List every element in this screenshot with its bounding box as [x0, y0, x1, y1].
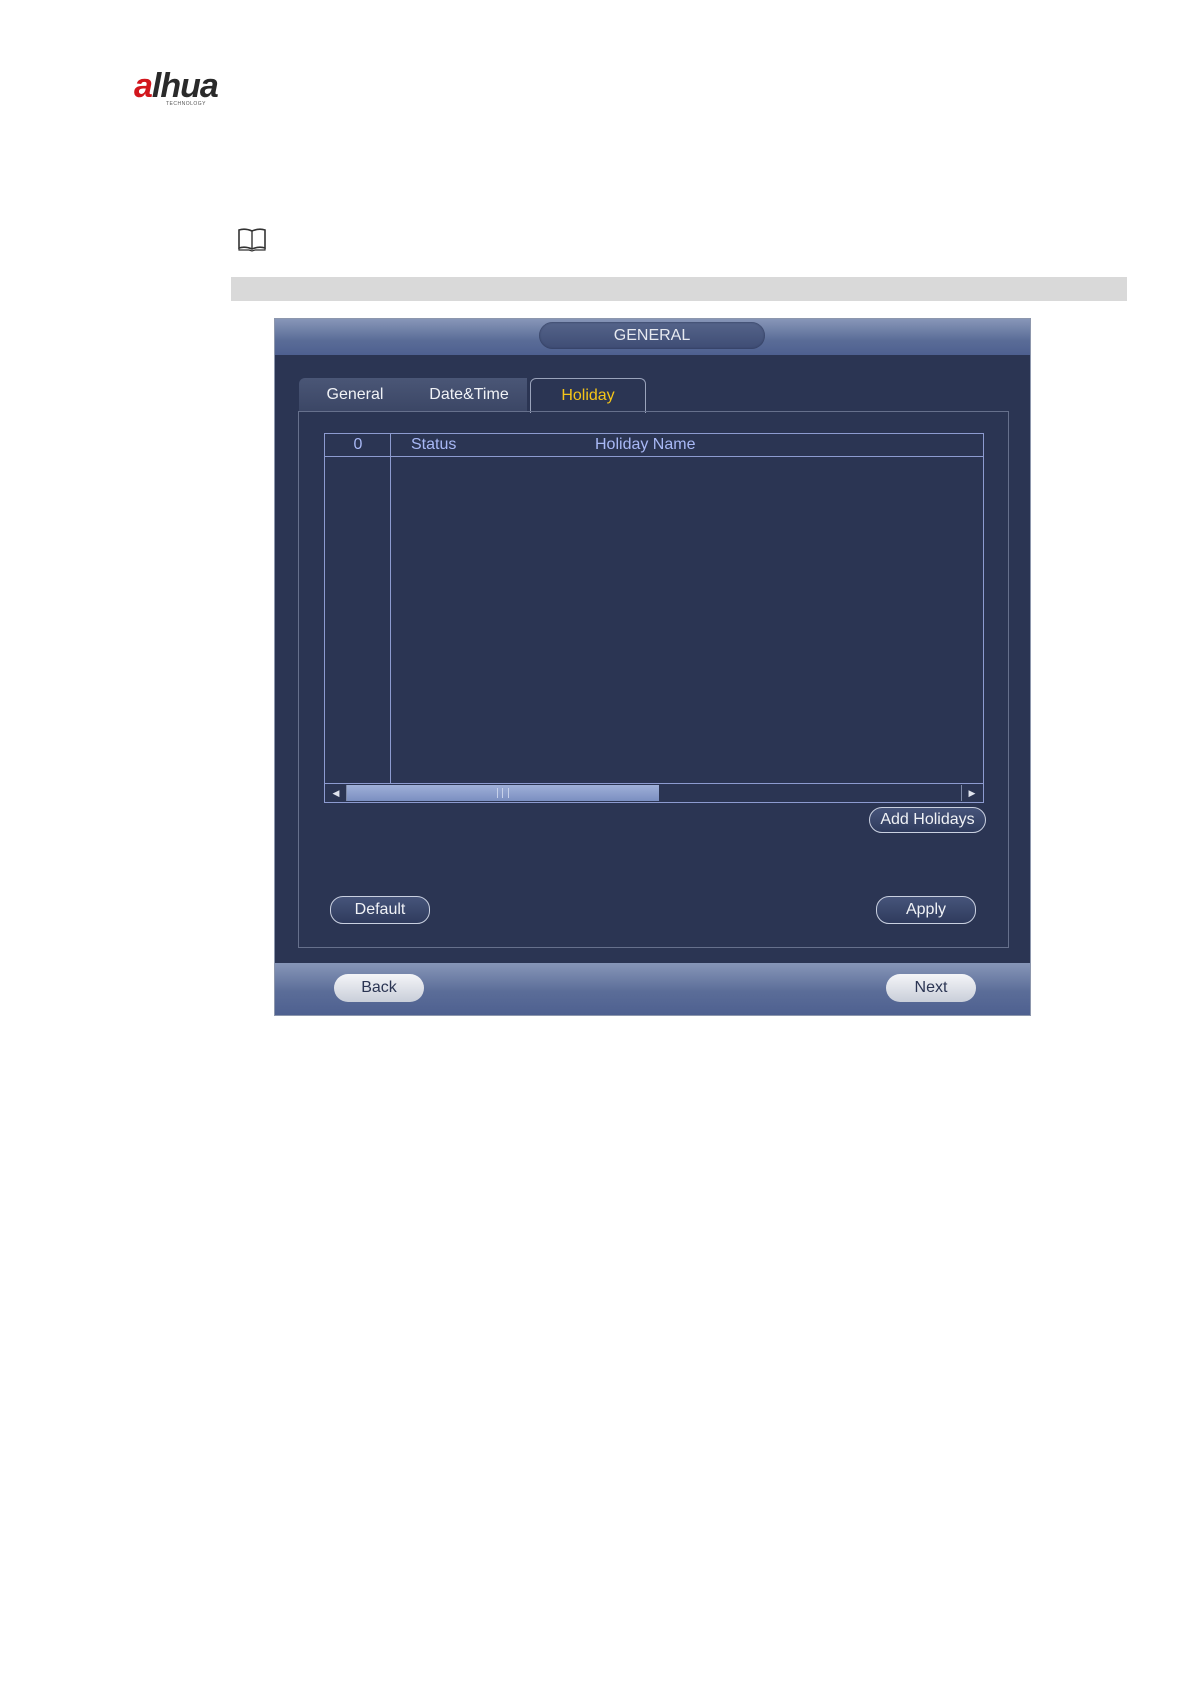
tab-date-time[interactable]: Date&Time	[411, 378, 527, 412]
open-book-icon	[236, 226, 268, 252]
note-divider-bar	[231, 277, 1127, 301]
column-header-index[interactable]: 0	[325, 434, 391, 456]
column-header-status[interactable]: Status	[411, 434, 456, 456]
scrollbar-thumb[interactable]	[347, 785, 659, 801]
column-header-holiday-name[interactable]: Holiday Name	[595, 434, 695, 456]
dialog-titlebar: GENERAL	[275, 319, 1030, 355]
next-button[interactable]: Next	[886, 974, 976, 1002]
logo-tagline: TECHNOLOGY	[166, 101, 207, 107]
horizontal-scrollbar[interactable]: ◀ ▶	[325, 783, 983, 802]
dahua-logo: alhua TECHNOLOGY	[134, 66, 264, 110]
apply-button[interactable]: Apply	[876, 896, 976, 924]
triangle-left-icon[interactable]: ◀	[326, 785, 347, 801]
back-button[interactable]: Back	[334, 974, 424, 1002]
holiday-table: 0 Status Holiday Name ◀ ▶	[324, 433, 984, 803]
dialog-title: GENERAL	[539, 322, 765, 349]
grip-icon	[497, 788, 509, 798]
column-divider	[390, 434, 391, 785]
logo-wordmark: alhua	[134, 67, 219, 105]
tab-holiday[interactable]: Holiday	[530, 378, 646, 413]
holiday-panel: 0 Status Holiday Name ◀ ▶ Add Holidays D…	[298, 411, 1009, 948]
add-holidays-button[interactable]: Add Holidays	[869, 807, 986, 833]
table-header: 0 Status Holiday Name	[325, 434, 983, 457]
default-button[interactable]: Default	[330, 896, 430, 924]
triangle-right-icon[interactable]: ▶	[961, 785, 982, 801]
general-settings-dialog: GENERAL General Date&Time Holiday 0 Stat…	[274, 318, 1031, 1016]
dialog-bottom-bar: Back Next	[275, 963, 1030, 1015]
tab-general[interactable]: General	[299, 378, 411, 412]
